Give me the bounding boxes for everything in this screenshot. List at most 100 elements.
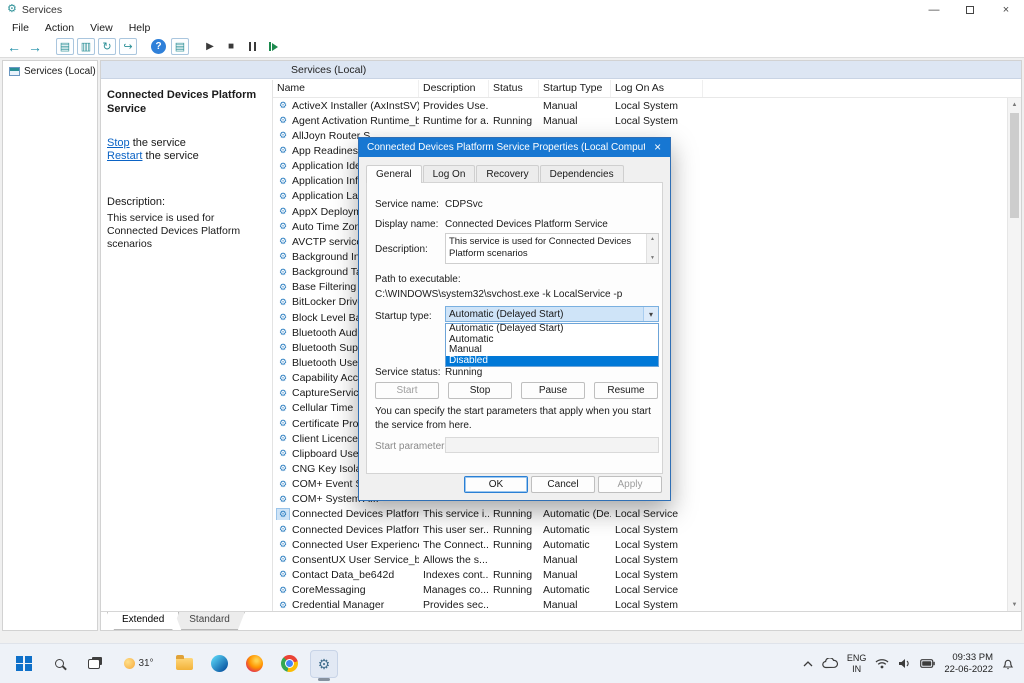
cell-description: Manages co... — [419, 584, 489, 596]
scroll-down-icon[interactable]: ▼ — [1008, 598, 1021, 611]
footer-tab[interactable]: Standard — [174, 612, 245, 630]
task-view-button[interactable] — [80, 650, 108, 678]
window-titlebar[interactable]: ⚙ Services — × — [0, 0, 1024, 19]
footer-tab[interactable]: Extended — [107, 612, 179, 630]
table-row[interactable]: ⚙ ConsentUX User Service_be6... Allows t… — [273, 552, 1007, 567]
tree-item-services-local[interactable]: Services (Local) — [3, 61, 97, 77]
column-header-startup-type[interactable]: Startup Type — [539, 80, 611, 97]
service-control-button[interactable]: Pause — [521, 382, 585, 399]
dialog-tab[interactable]: Recovery — [476, 165, 538, 183]
language-indicator[interactable]: ENG IN — [847, 653, 867, 674]
table-row[interactable]: ⚙ Connected Devices Platform ... This se… — [273, 507, 1007, 522]
refresh-icon[interactable]: ↻ — [98, 38, 116, 55]
column-header-log-on-as[interactable]: Log On As — [611, 80, 703, 97]
service-control-button[interactable]: Stop — [448, 382, 512, 399]
maximize-button[interactable] — [952, 0, 988, 19]
restart-service-icon[interactable] — [264, 38, 282, 55]
file-explorer-button[interactable] — [170, 650, 198, 678]
service-gear-icon: ⚙ — [277, 373, 289, 384]
service-control-button[interactable]: Start — [375, 382, 439, 399]
wifi-icon[interactable] — [875, 658, 889, 669]
stop-service-link[interactable]: Stop — [107, 137, 130, 149]
battery-icon[interactable] — [920, 659, 935, 668]
startup-type-combobox[interactable]: Automatic (Delayed Start) ▾ — [445, 306, 659, 322]
menu-item[interactable]: Help — [121, 21, 159, 35]
scrollbar-thumb[interactable] — [1010, 113, 1019, 218]
dialog-tab[interactable]: General — [366, 165, 422, 183]
minimize-button[interactable]: — — [916, 0, 952, 19]
service-gear-icon: ⚙ — [277, 509, 289, 520]
onedrive-cloud-icon[interactable] — [822, 658, 838, 669]
table-row[interactable]: ⚙ Credential Manager Provides sec... Man… — [273, 598, 1007, 611]
apply-button[interactable]: Apply — [598, 476, 662, 493]
stop-service-icon[interactable]: ■ — [222, 38, 240, 55]
dropdown-option[interactable]: Manual — [446, 345, 658, 356]
weather-widget[interactable]: 31° — [115, 650, 163, 678]
edge-browser-button[interactable] — [205, 650, 233, 678]
services-gear-icon: ⚙ — [318, 657, 331, 671]
table-row[interactable]: ⚙ ActiveX Installer (AxInstSV) Provides … — [273, 98, 1007, 113]
table-row[interactable]: ⚙ CoreMessaging Manages co... Running Au… — [273, 583, 1007, 598]
tray-chevron-up-icon[interactable] — [803, 661, 813, 667]
service-gear-icon: ⚙ — [277, 312, 289, 323]
service-control-button[interactable]: Resume — [594, 382, 658, 399]
dialog-close-icon[interactable]: × — [645, 138, 670, 157]
service-gear-icon: ⚙ — [277, 554, 289, 565]
close-button[interactable]: × — [988, 0, 1024, 19]
dialog-description-label: Description: — [375, 244, 428, 255]
table-row[interactable]: ⚙ Connected Devices Platform ... This us… — [273, 522, 1007, 537]
column-header-status[interactable]: Status — [489, 80, 539, 97]
volume-icon[interactable] — [898, 658, 911, 669]
chrome-browser-button[interactable] — [275, 650, 303, 678]
properties-icon[interactable]: ▥ — [77, 38, 95, 55]
textarea-scrollbar[interactable]: ▲ ▼ — [646, 234, 658, 263]
dialog-tab[interactable]: Log On — [423, 165, 476, 183]
help-icon[interactable]: ? — [151, 39, 166, 54]
cancel-button[interactable]: Cancel — [531, 476, 595, 493]
clock[interactable]: 09:33 PM 22-06-2022 — [944, 652, 993, 675]
chevron-down-icon[interactable]: ▾ — [643, 307, 658, 321]
forward-icon[interactable]: → — [26, 39, 44, 55]
ok-button[interactable]: OK — [464, 476, 528, 493]
restart-service-link[interactable]: Restart — [107, 150, 142, 162]
notification-bell-icon[interactable] — [1002, 657, 1014, 670]
service-status-label: Service status: — [375, 367, 441, 378]
start-button[interactable] — [10, 650, 38, 678]
menu-item[interactable]: View — [82, 21, 121, 35]
table-row[interactable]: ⚙ Agent Activation Runtime_b... Runtime … — [273, 113, 1007, 128]
cell-service-name: Credential Manager — [292, 599, 384, 611]
description-textarea[interactable]: This service is used for Connected Devic… — [445, 233, 659, 264]
menu-item[interactable]: File — [4, 21, 37, 35]
service-gear-icon: ⚙ — [277, 191, 289, 202]
table-row[interactable]: ⚙ Connected User Experiences ... The Con… — [273, 537, 1007, 552]
dialog-titlebar[interactable]: Connected Devices Platform Service Prope… — [359, 138, 670, 157]
menu-item[interactable]: Action — [37, 21, 82, 35]
general-tab-page: Service name: CDPSvc Display name: Conne… — [366, 182, 663, 474]
start-service-icon[interactable]: ▶ — [201, 38, 219, 55]
column-header-description[interactable]: Description — [419, 80, 489, 97]
language-line2: IN — [852, 664, 861, 674]
export-list-icon[interactable]: ↪ — [119, 38, 137, 55]
pause-service-icon[interactable] — [243, 38, 261, 55]
vertical-scrollbar[interactable]: ▲ ▼ — [1007, 98, 1021, 611]
firefox-browser-button[interactable] — [240, 650, 268, 678]
column-header-name[interactable]: Name — [273, 80, 419, 97]
services-taskbar-button[interactable]: ⚙ — [310, 650, 338, 678]
dropdown-option[interactable]: Disabled — [446, 356, 658, 367]
dropdown-option[interactable]: Automatic (Delayed Start) — [446, 324, 658, 335]
cell-log-on-as: Local System — [611, 100, 703, 112]
scroll-up-icon[interactable]: ▲ — [650, 236, 655, 243]
show-tree-icon[interactable]: ▤ — [56, 38, 74, 55]
search-button[interactable] — [45, 650, 73, 678]
dialog-tab[interactable]: Dependencies — [540, 165, 624, 183]
scroll-down-icon[interactable]: ▼ — [650, 255, 655, 262]
dropdown-option[interactable]: Automatic — [446, 335, 658, 346]
window-new-icon[interactable]: ▤ — [171, 38, 189, 55]
scroll-up-icon[interactable]: ▲ — [1008, 98, 1021, 111]
table-row[interactable]: ⚙ Contact Data_be642d Indexes cont... Ru… — [273, 567, 1007, 582]
restart-service-suffix: the service — [146, 150, 199, 162]
cell-log-on-as: Local System — [611, 569, 703, 581]
service-gear-icon: ⚙ — [277, 100, 289, 111]
path-to-executable-label: Path to executable: — [375, 274, 461, 285]
back-icon[interactable]: ← — [5, 39, 23, 55]
